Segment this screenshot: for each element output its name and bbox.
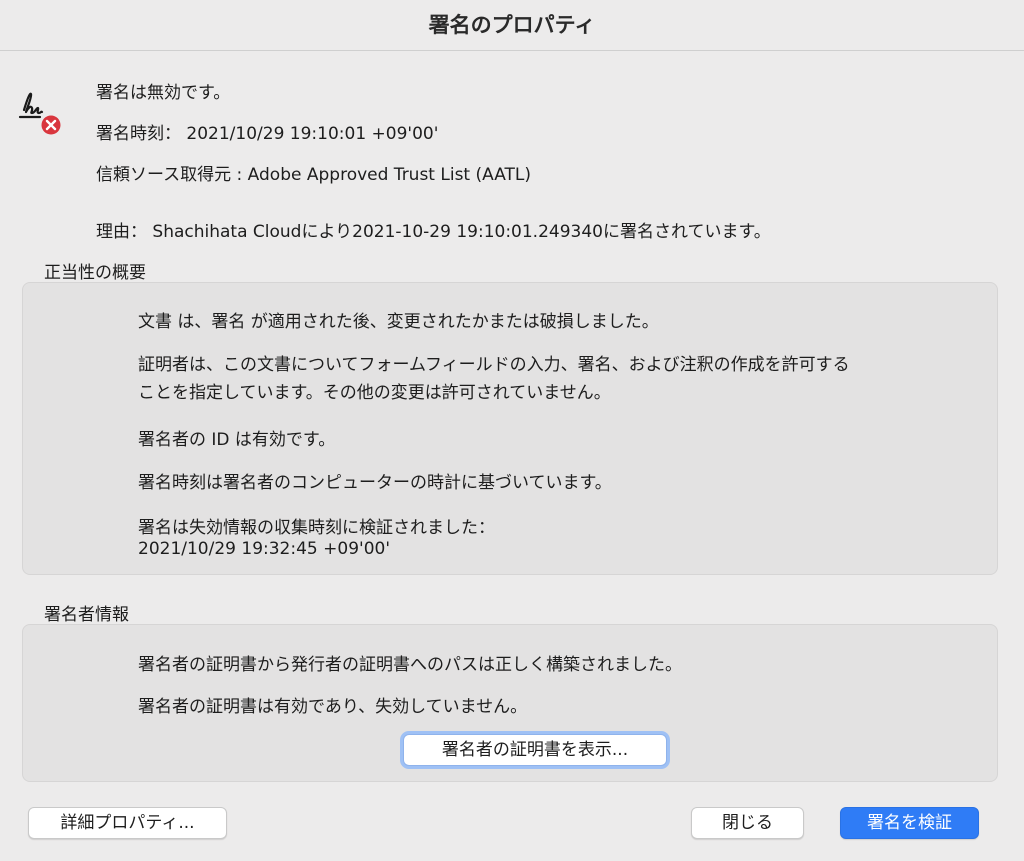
signature-reason-text: 理由： Shachihata Cloudにより2021-10-29 19:10:… — [96, 222, 771, 242]
validity-line-clock: 署名時刻は署名者のコンピューターの時計に基づいています。 — [138, 473, 612, 493]
validity-line-revocation: 署名は失効情報の収集時刻に検証されました： — [138, 518, 495, 538]
signer-line-valid: 署名者の証明書は有効であり、失効していません。 — [138, 697, 528, 717]
trust-source-text: 信頼ソース取得元 : Adobe Approved Trust List (AA… — [96, 165, 532, 185]
validity-line-certifier-2: ことを指定しています。その他の変更は許可されていません。 — [138, 383, 611, 403]
signer-info-label: 署名者情報 — [44, 605, 129, 625]
signing-time-text: 署名時刻： 2021/10/29 19:10:01 +09'00' — [96, 124, 439, 144]
show-signer-certificate-button[interactable]: 署名者の証明書を表示... — [403, 734, 667, 766]
validity-summary-label: 正当性の概要 — [44, 263, 146, 283]
validity-summary-panel: 文書 は、署名 が適用された後、変更されたかまたは破損しました。 証明者は、この… — [22, 282, 998, 575]
validity-line-revocation-time: 2021/10/29 19:32:45 +09'00' — [138, 539, 390, 559]
advanced-properties-button[interactable]: 詳細プロパティ... — [28, 807, 227, 839]
validity-line-identity: 署名者の ID は有効です。 — [138, 430, 336, 450]
title-bar: 署名のプロパティ — [0, 0, 1024, 51]
validity-line-modified: 文書 は、署名 が適用された後、変更されたかまたは破損しました。 — [138, 312, 659, 332]
validity-line-certifier-1: 証明者は、この文書についてフォームフィールドの入力、署名、および注釈の作成を許可… — [138, 355, 850, 375]
signature-invalid-icon — [18, 86, 64, 138]
window-title: 署名のプロパティ — [428, 13, 596, 37]
signature-status-text: 署名は無効です。 — [96, 83, 231, 103]
close-button[interactable]: 閉じる — [691, 807, 804, 839]
validate-signature-button[interactable]: 署名を検証 — [840, 807, 979, 839]
signer-line-path: 署名者の証明書から発行者の証明書へのパスは正しく構築されました。 — [138, 655, 682, 675]
signer-info-panel: 署名者の証明書から発行者の証明書へのパスは正しく構築されました。 署名者の証明書… — [22, 624, 998, 782]
signature-properties-window: 署名のプロパティ 署名は無効です。 署名時刻： 2021/10/29 19:10… — [0, 0, 1024, 861]
